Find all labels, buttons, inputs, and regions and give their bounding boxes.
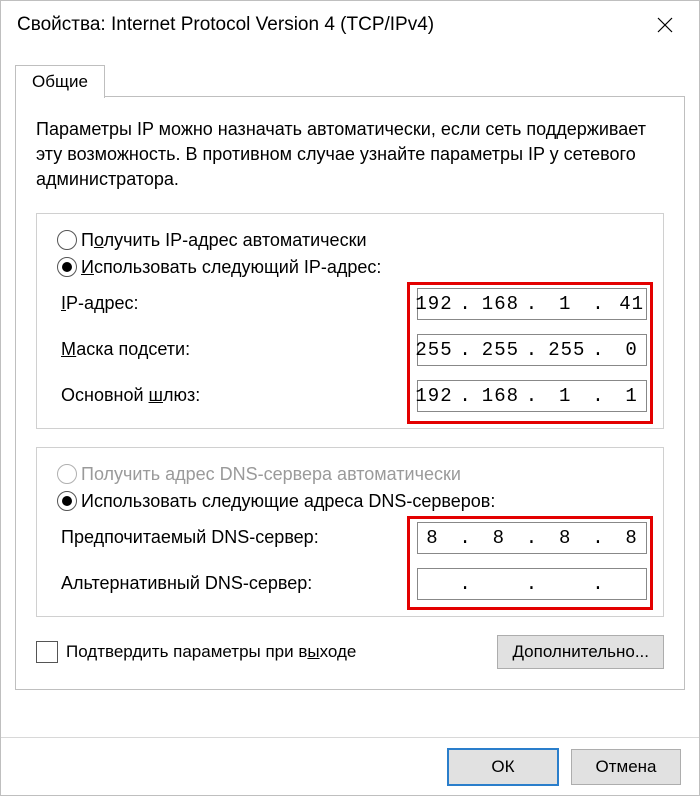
gateway-label: Основной шлюз: xyxy=(53,385,407,406)
preferred-dns-label: Предпочитаемый DNS-сервер: xyxy=(53,527,407,548)
radio-use-dns[interactable]: Использовать следующие адреса DNS-сервер… xyxy=(57,491,647,512)
gateway-input[interactable]: 192. 168. 1. 1 xyxy=(417,380,647,412)
subnet-mask-label: Маска подсети: xyxy=(53,339,407,360)
radio-use-ip[interactable]: Использовать следующий IP-адрес: xyxy=(57,257,647,278)
radio-obtain-ip-auto[interactable]: Получить IP-адрес автоматически xyxy=(57,230,647,251)
radio-icon xyxy=(57,257,77,277)
advanced-button[interactable]: Дополнительно... xyxy=(497,635,664,669)
titlebar: Свойства: Internet Protocol Version 4 (T… xyxy=(1,1,699,49)
radio-label: Получить IP-адрес автоматически xyxy=(81,230,367,251)
ip-fields: IP-адрес: 192. 168. 1. 41 Маска подсети:… xyxy=(53,288,647,412)
preferred-dns-input[interactable]: 8. 8. 8. 8 xyxy=(417,522,647,554)
description-text: Параметры IP можно назначать автоматичес… xyxy=(36,117,664,193)
cancel-button[interactable]: Отмена xyxy=(571,749,681,785)
dns-settings-group: Получить адрес DNS-сервера автоматически… xyxy=(36,447,664,617)
subnet-mask-input[interactable]: 255. 255. 255. 0 xyxy=(417,334,647,366)
ip-address-input[interactable]: 192. 168. 1. 41 xyxy=(417,288,647,320)
dialog-footer: ОК Отмена xyxy=(1,737,699,795)
ok-button[interactable]: ОК xyxy=(447,748,559,786)
close-icon xyxy=(657,17,673,33)
tab-general[interactable]: Общие xyxy=(15,65,105,98)
ip-settings-group: Получить IP-адрес автоматически Использо… xyxy=(36,213,664,429)
tab-strip: Общие xyxy=(15,63,685,97)
alternate-dns-label: Альтернативный DNS-сервер: xyxy=(53,573,407,594)
radio-label: Получить адрес DNS-сервера автоматически xyxy=(81,464,461,485)
window-title: Свойства: Internet Protocol Version 4 (T… xyxy=(17,14,643,36)
tab-body: Параметры IP можно назначать автоматичес… xyxy=(15,97,685,690)
client-area: Общие Параметры IP можно назначать автом… xyxy=(1,49,699,690)
alternate-dns-input[interactable]: . . . xyxy=(417,568,647,600)
dialog-window: Свойства: Internet Protocol Version 4 (T… xyxy=(0,0,700,796)
radio-label: Использовать следующие адреса DNS-сервер… xyxy=(81,491,495,512)
radio-icon xyxy=(57,230,77,250)
ip-address-label: IP-адрес: xyxy=(53,293,407,314)
radio-icon xyxy=(57,491,77,511)
confirm-label: Подтвердить параметры при выходе xyxy=(66,642,356,662)
bottom-row: Подтвердить параметры при выходе Дополни… xyxy=(36,635,664,669)
radio-icon xyxy=(57,464,77,484)
dns-fields: Предпочитаемый DNS-сервер: 8. 8. 8. 8 Ал… xyxy=(53,522,647,600)
close-button[interactable] xyxy=(643,3,687,47)
radio-obtain-dns-auto: Получить адрес DNS-сервера автоматически xyxy=(57,464,647,485)
confirm-checkbox[interactable] xyxy=(36,641,58,663)
radio-label: Использовать следующий IP-адрес: xyxy=(81,257,381,278)
tab-border xyxy=(105,95,685,97)
